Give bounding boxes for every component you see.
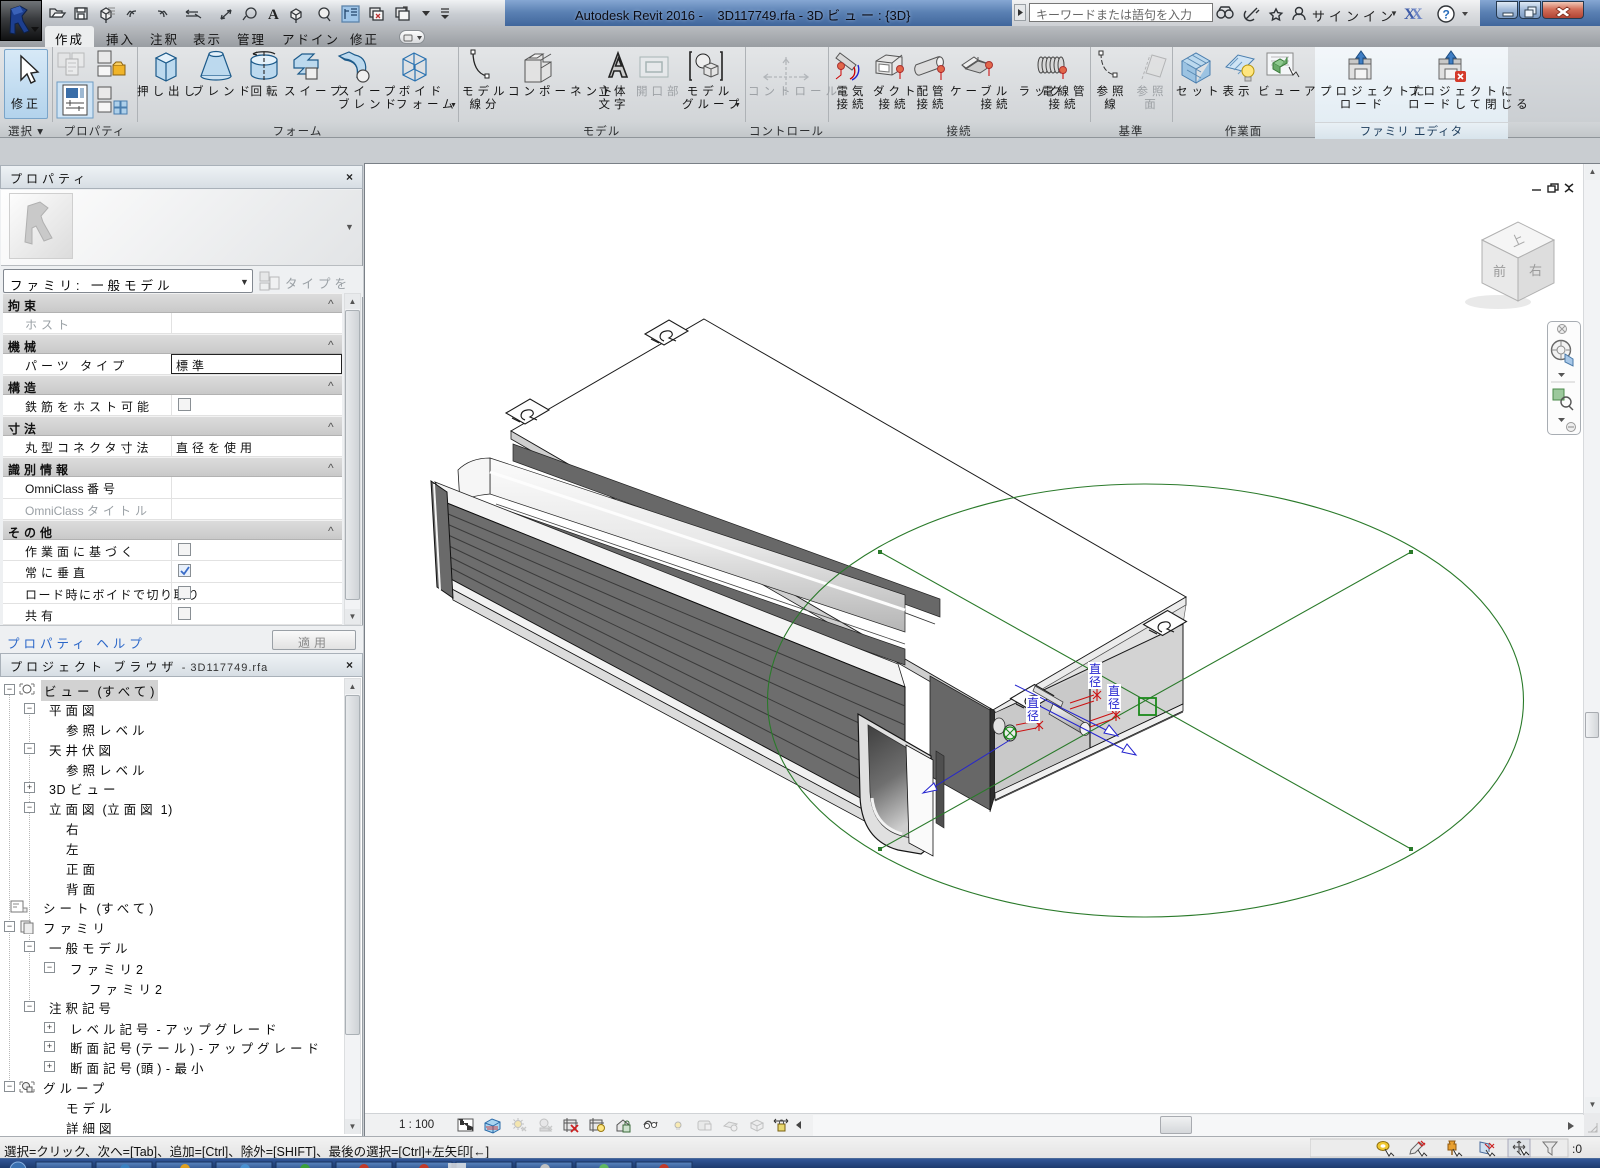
svg-text:右: 右 xyxy=(1529,263,1542,278)
svg-text::0: :0 xyxy=(1572,1142,1582,1156)
svg-text:径: 径 xyxy=(1089,675,1101,689)
svg-text:径: 径 xyxy=(1027,709,1039,723)
svg-text:A: A xyxy=(268,7,279,23)
svg-text:直: 直 xyxy=(1108,684,1120,698)
svg-text:?: ? xyxy=(1443,8,1450,22)
svg-text:直: 直 xyxy=(1089,662,1101,676)
svg-text:直: 直 xyxy=(1027,696,1039,710)
svg-text:径: 径 xyxy=(1108,697,1120,711)
svg-text:前: 前 xyxy=(1493,264,1506,279)
svg-text:X: X xyxy=(1411,6,1423,23)
